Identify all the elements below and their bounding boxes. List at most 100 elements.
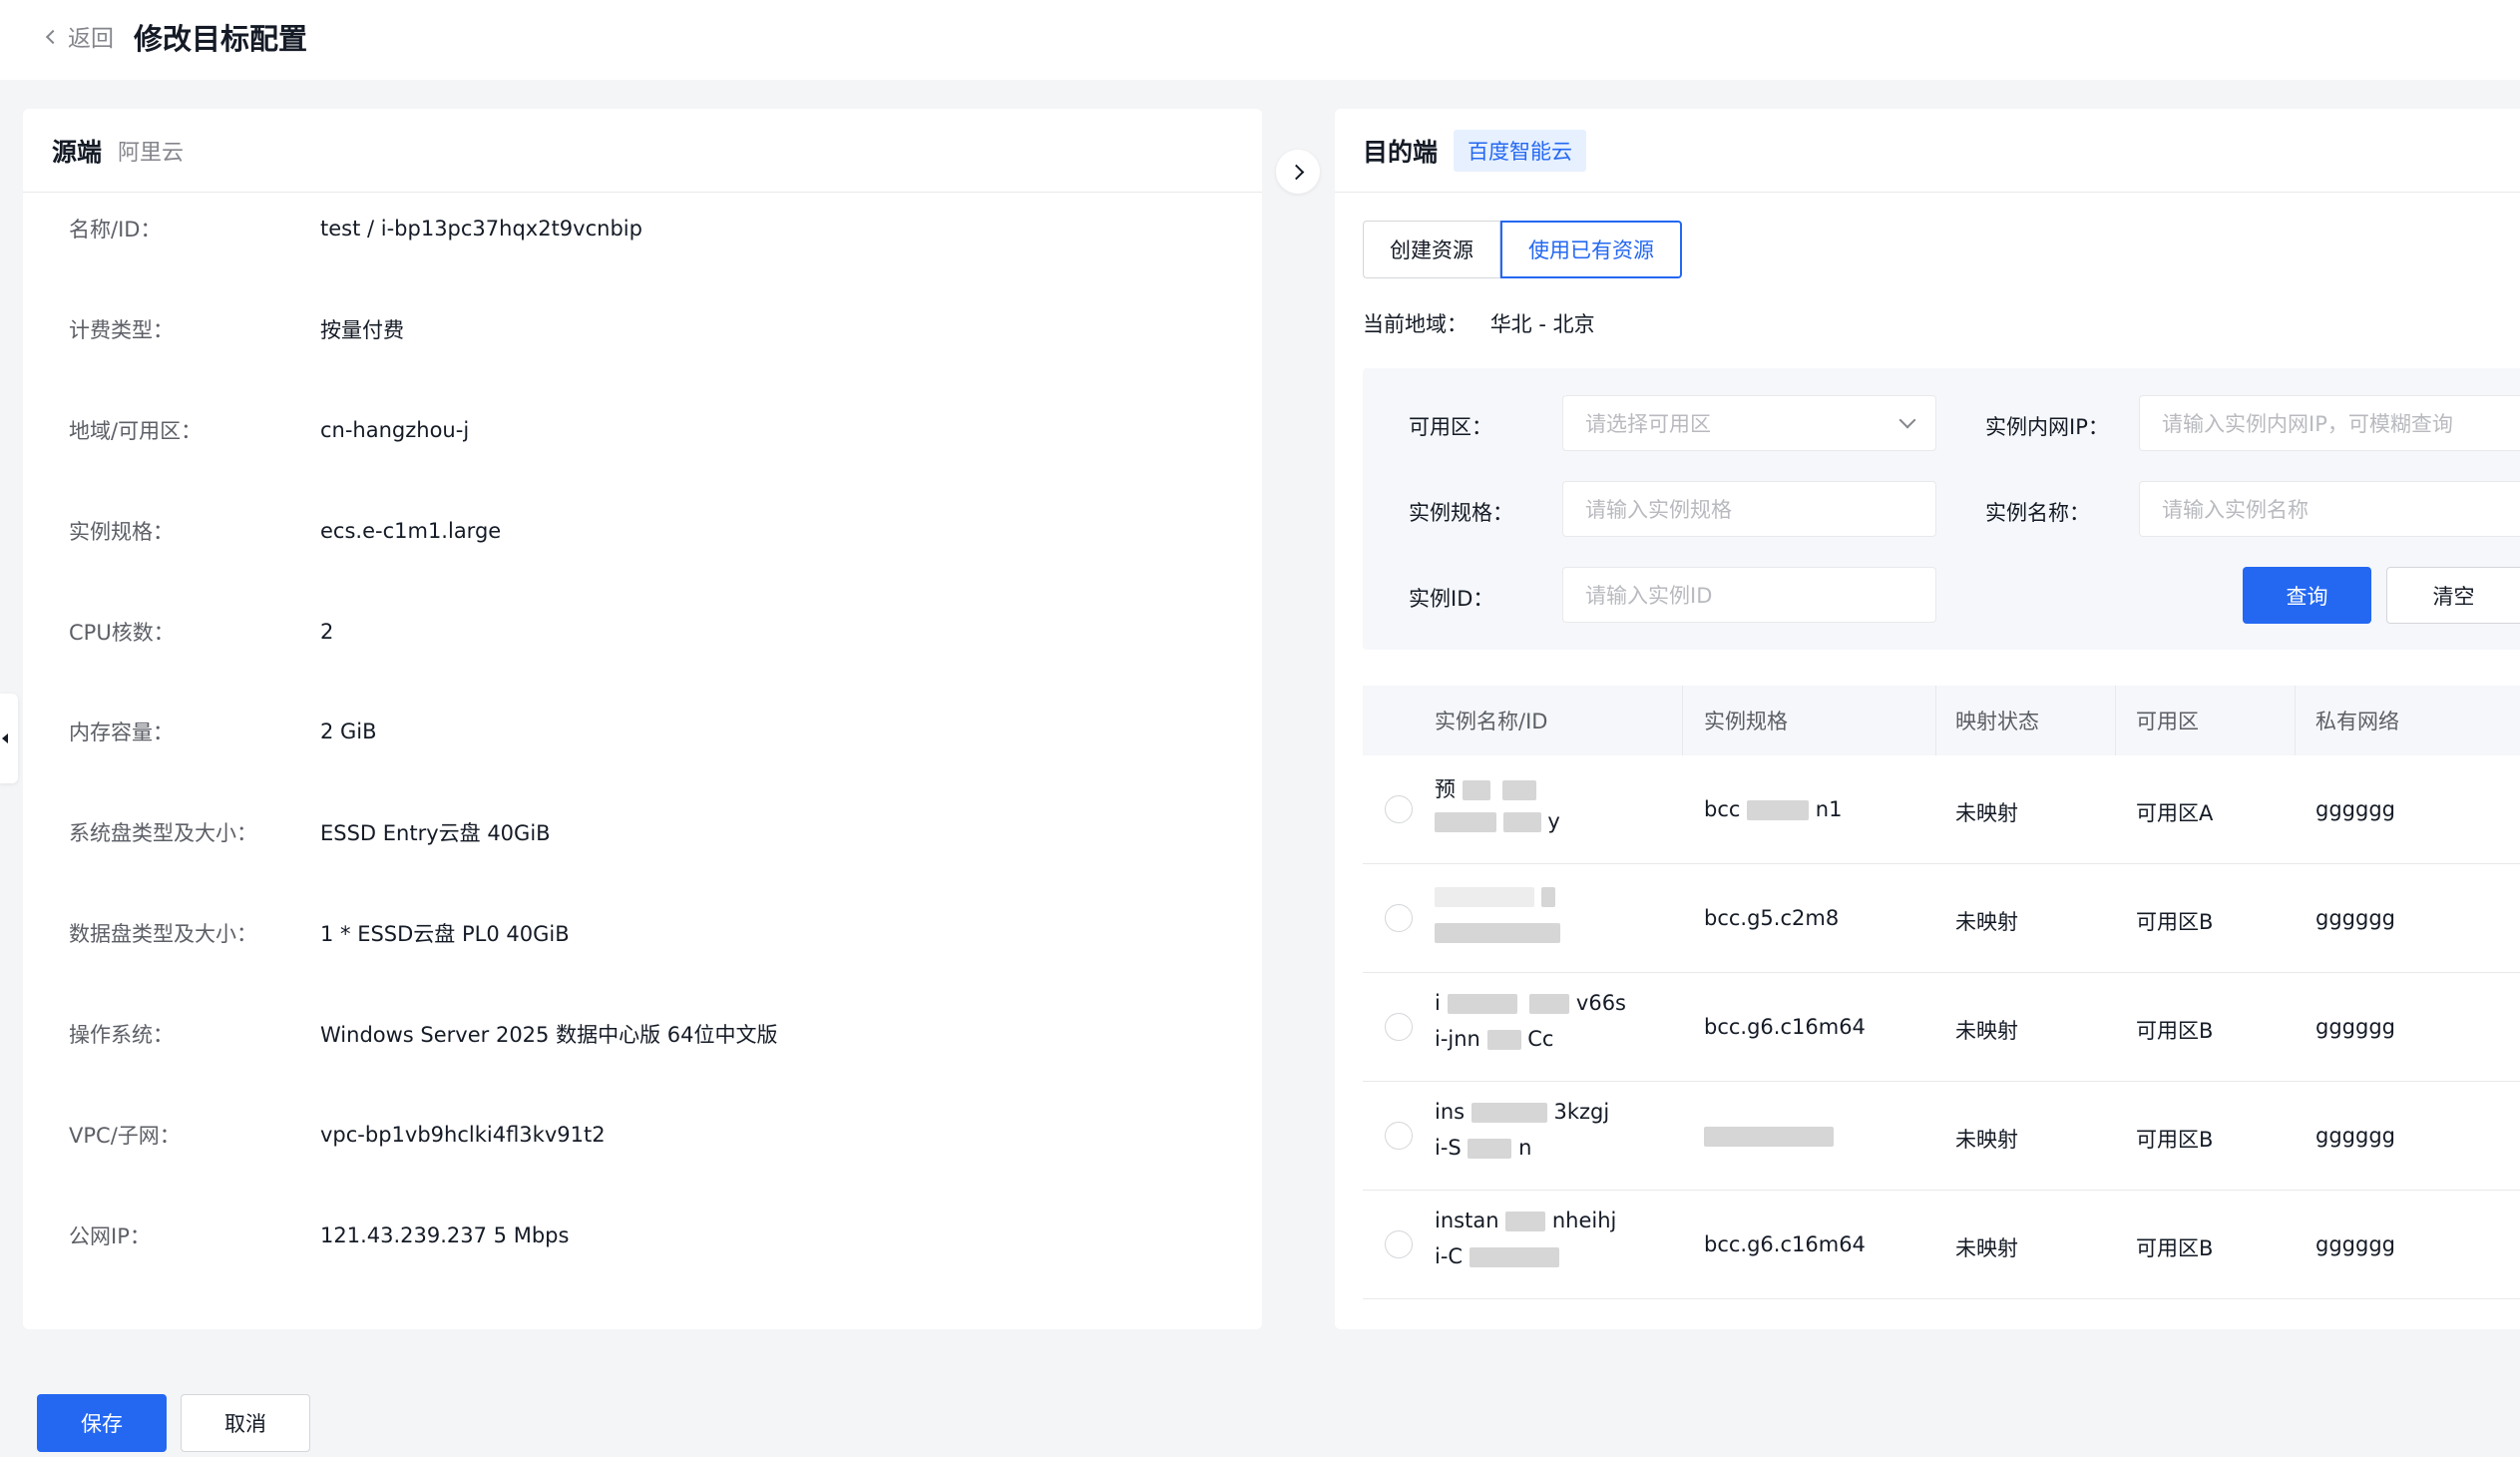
table-row[interactable]: ins 3kzgj i-S n 未映射 可用区B gggggg: [1363, 1082, 2520, 1191]
table-header: 实例名称/ID 实例规格 映射状态 可用区 私有网络: [1363, 686, 2520, 755]
mapping-status: 未映射: [1955, 1019, 2018, 1043]
info-label: 系统盘类型及大小：: [69, 821, 257, 845]
filter-panel: 可用区： 请选择可用区 实例内网IP： 请输入实例内网IP，可模糊查询 实例规格…: [1363, 368, 2520, 650]
info-label: 公网IP：: [69, 1224, 151, 1248]
spec-placeholder: 请输入实例规格: [1585, 498, 1732, 522]
redacted-block: [1447, 994, 1517, 1014]
instance-spec: bcc.g6.c16m64: [1704, 1232, 1866, 1256]
instance-spec-tail: n1: [1815, 797, 1843, 821]
redacted-block: [1435, 923, 1560, 943]
instance-id-tail: Cc: [1527, 1027, 1554, 1051]
info-value: ESSD Entry云盘 40GiB: [320, 821, 551, 845]
row-radio[interactable]: [1385, 1122, 1413, 1150]
spec-label: 实例规格：: [1409, 501, 1513, 525]
column-divider: [2115, 686, 2116, 755]
tab-create-resource[interactable]: 创建资源: [1363, 221, 1500, 278]
target-card: 目的端 百度智能云 创建资源 使用已有资源 当前地域： 华北 - 北京 可用区：…: [1335, 109, 2520, 1329]
instance-id: i-C: [1435, 1244, 1559, 1268]
side-collapse-handle[interactable]: [0, 694, 18, 783]
name-label: 实例名称：: [1985, 501, 2090, 525]
instance-id: [1435, 920, 1560, 944]
clear-button[interactable]: 清空: [2386, 567, 2520, 624]
info-row-instance-spec: 实例规格： ecs.e-c1m1.large: [69, 511, 1216, 551]
redacted-block: [1529, 994, 1570, 1014]
region-label: 当前地域：: [1363, 312, 1468, 336]
save-button[interactable]: 保存: [37, 1394, 167, 1452]
table-row[interactable]: instan nheihj i-C bcc.g6.c16m64 未映射 可用区B…: [1363, 1191, 2520, 1299]
expand-arrow-button[interactable]: [1276, 150, 1320, 194]
info-row-system-disk: 系统盘类型及大小： ESSD Entry云盘 40GiB: [69, 812, 1216, 852]
current-region: 当前地域： 华北 - 北京: [1363, 308, 1595, 338]
vpc: gggggg: [2315, 1232, 2395, 1256]
chevron-left-icon: [45, 29, 61, 45]
instance-spec: bcc n1: [1704, 797, 1842, 821]
instance-id: i-jnn Cc: [1435, 1027, 1553, 1051]
instance-name-text: ins: [1435, 1100, 1466, 1124]
table-row[interactable]: i v66s i-jnn Cc bcc.g6.c16m64 未映射 可用区B g…: [1363, 973, 2520, 1082]
info-label: 内存容量：: [69, 721, 174, 744]
info-row-cpu: CPU核数： 2: [69, 612, 1216, 652]
column-header-spec: 实例规格: [1704, 710, 1788, 733]
id-label: 实例ID：: [1409, 587, 1494, 611]
instance-name-input[interactable]: 请输入实例名称: [2139, 481, 2520, 537]
instance-id-tail: y: [1547, 809, 1560, 833]
column-header-mapping-status: 映射状态: [1955, 710, 2039, 733]
info-value: test / i-bp13pc37hqx2t9vcnbip: [320, 217, 642, 241]
info-value: ecs.e-c1m1.large: [320, 519, 502, 543]
ip-label: 实例内网IP：: [1985, 415, 2109, 439]
source-provider: 阿里云: [118, 140, 185, 166]
info-row-data-disk: 数据盘类型及大小： 1 * ESSD云盘 PL0 40GiB: [69, 913, 1216, 953]
instance-name: instan nheihj: [1435, 1209, 1616, 1232]
vpc: gggggg: [2315, 1124, 2395, 1148]
info-value: 2: [320, 620, 334, 644]
instance-name: ins 3kzgj: [1435, 1100, 1609, 1124]
instance-name-text: instan: [1435, 1209, 1499, 1232]
vpc: gggggg: [2315, 1015, 2395, 1039]
mapping-status: 未映射: [1955, 1236, 2018, 1260]
source-title: 源端: [52, 137, 103, 167]
target-title: 目的端: [1363, 137, 1439, 167]
table-row[interactable]: 预 y bcc n1 未映射 可用区A gggggg: [1363, 755, 2520, 864]
row-radio[interactable]: [1385, 1013, 1413, 1041]
source-card-header: 源端 阿里云: [23, 109, 1262, 193]
info-value: Windows Server 2025 数据中心版 64位中文版: [320, 1023, 778, 1047]
instance-id: i-S n: [1435, 1136, 1531, 1160]
info-label: 地域/可用区：: [69, 419, 203, 443]
row-radio[interactable]: [1385, 795, 1413, 823]
redacted-block: [1470, 1103, 1547, 1123]
ip-placeholder: 请输入实例内网IP，可模糊查询: [2162, 412, 2453, 436]
region-value: 华北 - 北京: [1489, 312, 1595, 336]
redacted-block: [1747, 800, 1810, 820]
id-placeholder: 请输入实例ID: [1585, 584, 1713, 608]
page: 返回 修改目标配置 源端 阿里云 名称/ID： test / i-bp13pc3…: [0, 0, 2520, 1457]
instance-name-tail: nheihj: [1551, 1209, 1617, 1232]
search-button[interactable]: 查询: [2243, 567, 2371, 624]
info-row-billing: 计费类型： 按量付费: [69, 309, 1216, 349]
spec-input[interactable]: 请输入实例规格: [1562, 481, 1936, 537]
footer-actions: 保存 取消: [0, 1357, 2520, 1457]
info-value: 按量付费: [320, 318, 404, 342]
redacted-block: [1502, 780, 1537, 800]
vpc: gggggg: [2315, 797, 2395, 821]
resource-mode-tabs: 创建资源 使用已有资源: [1363, 221, 1682, 278]
info-row-name-id: 名称/ID： test / i-bp13pc37hqx2t9vcnbip: [69, 209, 1216, 248]
table-row[interactable]: bcc.g5.c2m8 未映射 可用区B gggggg: [1363, 864, 2520, 973]
zone: 可用区B: [2136, 1128, 2214, 1152]
row-radio[interactable]: [1385, 904, 1413, 932]
cancel-button[interactable]: 取消: [181, 1394, 310, 1452]
info-value: vpc-bp1vb9hclki4fl3kv91t2: [320, 1123, 606, 1147]
redacted-block: [1505, 1212, 1546, 1231]
row-radio[interactable]: [1385, 1230, 1413, 1258]
column-header-vpc: 私有网络: [2315, 710, 2399, 733]
redacted-block: [1435, 887, 1534, 907]
back-label: 返回: [68, 26, 114, 52]
tab-use-existing-resource[interactable]: 使用已有资源: [1500, 221, 1682, 278]
instance-name: i v66s: [1435, 991, 1626, 1015]
zone-select[interactable]: 请选择可用区: [1562, 395, 1936, 451]
private-ip-input[interactable]: 请输入实例内网IP，可模糊查询: [2139, 395, 2520, 451]
info-value: 1 * ESSD云盘 PL0 40GiB: [320, 922, 570, 946]
back-link[interactable]: 返回: [45, 20, 114, 52]
instance-id-input[interactable]: 请输入实例ID: [1562, 567, 1936, 623]
info-row-region-zone: 地域/可用区： cn-hangzhou-j: [69, 410, 1216, 450]
mapping-status: 未映射: [1955, 1128, 2018, 1152]
